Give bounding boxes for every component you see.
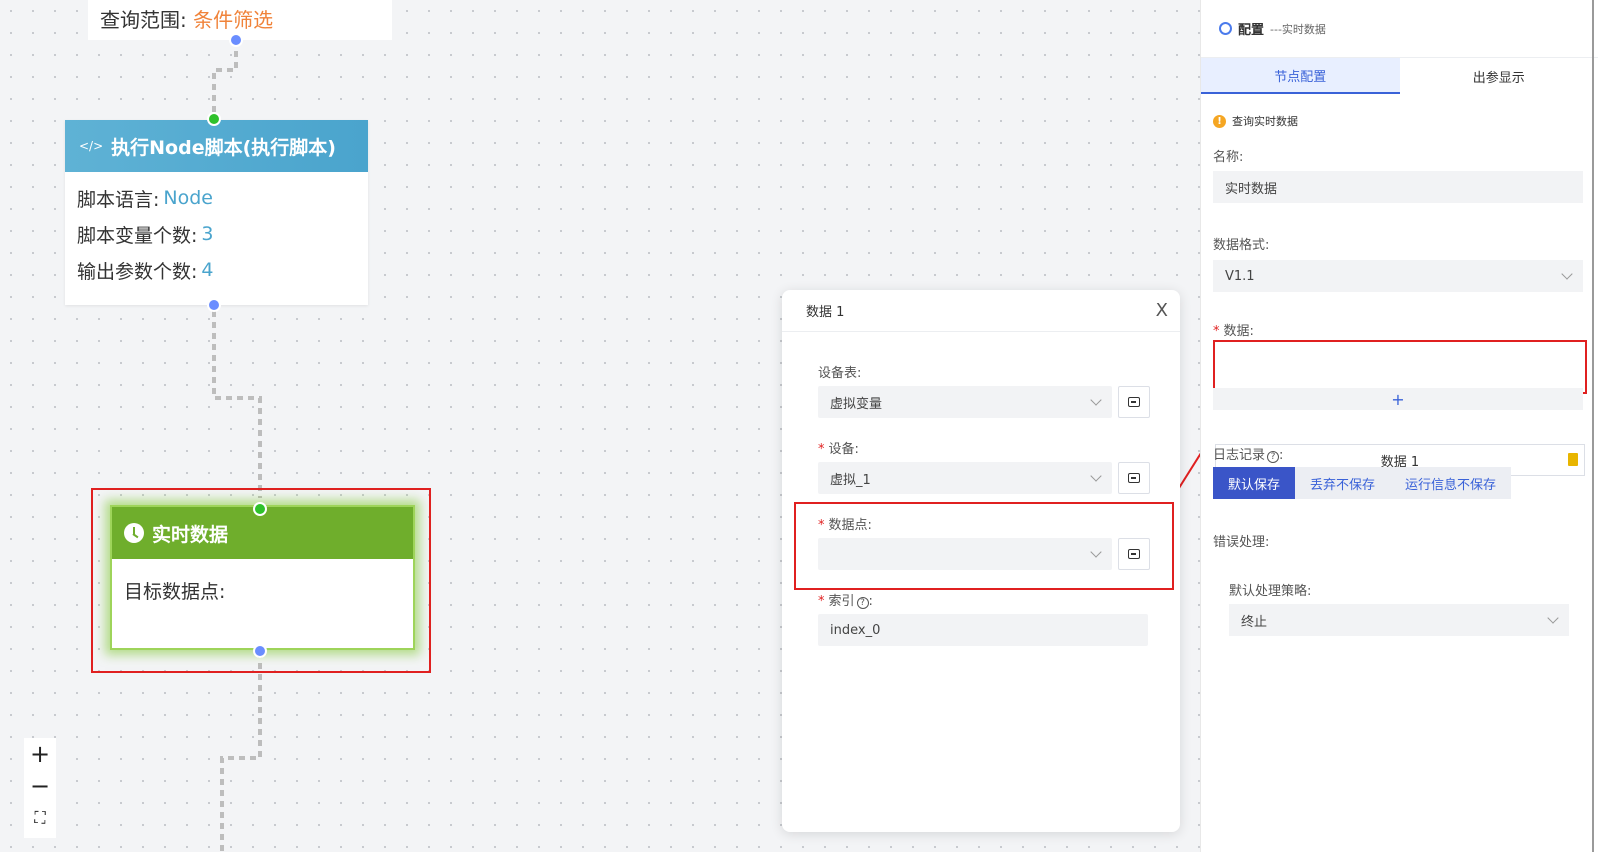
log-option-discard[interactable]: 丢弃不保存: [1295, 467, 1390, 499]
picker-icon: [1128, 549, 1140, 559]
realtime-node-title: 实时数据: [152, 523, 229, 546]
script-language-row: 脚本语言: Node: [65, 180, 368, 216]
device-table-label: 设备表:: [818, 366, 862, 381]
panel-tabs: 节点配置 出参显示: [1201, 58, 1598, 94]
select-value: 终止: [1241, 614, 1268, 630]
row-label: 脚本变量个数:: [77, 224, 198, 247]
row-label: 脚本语言:: [77, 188, 160, 211]
row-value: 3: [201, 223, 214, 245]
zoom-out-button[interactable]: −: [24, 770, 56, 802]
data-point-dialog: 数据 1 X 设备表: 虚拟变量 * 设备: 虚拟_1 * 数据点: * 索引?: i…: [782, 290, 1180, 832]
config-panel: 配置 ---实时数据 节点配置 出参显示 ! 查询实时数据 名称: 实时数据 数…: [1200, 0, 1598, 852]
panel-subtitle: ---实时数据: [1270, 22, 1326, 36]
notice: ! 查询实时数据: [1213, 113, 1298, 129]
tab-node-config[interactable]: 节点配置: [1201, 58, 1400, 94]
gear-icon: [1219, 22, 1232, 35]
pick-data-point-button[interactable]: [1118, 538, 1150, 570]
panel-scrollbar[interactable]: [1592, 0, 1594, 852]
script-node[interactable]: </> 执行Node脚本(执行脚本) 脚本语言: Node 脚本变量个数: 3 …: [65, 120, 368, 305]
output-params-row: 输出参数个数: 4: [65, 252, 368, 288]
log-label: 日志记录?:: [1213, 448, 1284, 463]
zoom-in-button[interactable]: +: [24, 738, 56, 770]
output-port[interactable]: [207, 298, 221, 312]
name-input[interactable]: 实时数据: [1213, 171, 1583, 203]
tab-output-display[interactable]: 出参显示: [1400, 58, 1598, 94]
chevron-down-icon: [1090, 470, 1102, 482]
warning-icon: !: [1213, 114, 1226, 128]
policy-select[interactable]: 终止: [1229, 604, 1569, 636]
zoom-controls: + − ⛶: [24, 738, 56, 838]
policy-label: 默认处理策略:: [1229, 584, 1312, 599]
trash-icon[interactable]: [1568, 453, 1578, 466]
target-point-label: 目标数据点:: [124, 581, 226, 603]
input-value: index_0: [830, 622, 881, 638]
index-input[interactable]: index_0: [818, 614, 1148, 646]
format-label: 数据格式:: [1213, 238, 1270, 253]
add-data-button[interactable]: +: [1213, 388, 1583, 410]
chevron-down-icon: [1090, 394, 1102, 406]
output-port[interactable]: [253, 644, 267, 658]
name-label: 名称:: [1213, 150, 1244, 165]
chevron-down-icon: [1561, 268, 1573, 280]
device-label: * 设备:: [818, 442, 859, 457]
row-value: Node: [163, 187, 213, 209]
input-port[interactable]: [207, 112, 221, 126]
row-label: 输出参数个数:: [77, 260, 198, 283]
output-port[interactable]: [229, 33, 243, 47]
panel-title-text: 配置: [1238, 23, 1265, 38]
dialog-title: 数据 1: [806, 305, 845, 320]
error-label: 错误处理:: [1213, 535, 1270, 550]
query-range-value: 条件筛选: [193, 8, 274, 32]
pick-device-table-button[interactable]: [1118, 386, 1150, 418]
data-label: * 数据:: [1213, 324, 1254, 339]
data-point-label: * 数据点:: [818, 518, 872, 533]
code-icon: </>: [79, 139, 104, 153]
script-node-title: 执行Node脚本(执行脚本): [111, 136, 336, 159]
close-icon[interactable]: X: [1156, 300, 1168, 321]
device-select[interactable]: 虚拟_1: [818, 462, 1112, 494]
fit-view-button[interactable]: ⛶: [24, 802, 56, 834]
format-select[interactable]: V1.1: [1213, 260, 1583, 292]
pick-device-button[interactable]: [1118, 462, 1150, 494]
clock-icon: [124, 523, 144, 543]
input-port[interactable]: [253, 502, 267, 516]
panel-title: 配置 ---实时数据: [1201, 0, 1598, 58]
chevron-down-icon: [1090, 546, 1102, 558]
select-value: V1.1: [1225, 268, 1255, 284]
log-options: 默认保存 丢弃不保存 运行信息不保存: [1213, 467, 1512, 499]
log-option-no-runtime[interactable]: 运行信息不保存: [1390, 467, 1511, 499]
input-value: 实时数据: [1225, 181, 1278, 197]
picker-icon: [1128, 397, 1140, 407]
query-range-label: 查询范围:: [100, 8, 187, 32]
index-label: * 索引?:: [818, 594, 873, 609]
select-value: 虚拟变量: [830, 396, 883, 412]
device-table-select[interactable]: 虚拟变量: [818, 386, 1112, 418]
data-item-highlight: [1213, 340, 1587, 394]
help-icon: ?: [1267, 451, 1280, 463]
select-value: 虚拟_1: [830, 472, 871, 488]
data-point-select[interactable]: [818, 538, 1112, 570]
dialog-header: 数据 1 X: [782, 290, 1180, 332]
script-vars-row: 脚本变量个数: 3: [65, 216, 368, 252]
picker-icon: [1128, 473, 1140, 483]
row-value: 4: [201, 259, 214, 281]
log-option-default-save[interactable]: 默认保存: [1213, 467, 1296, 499]
realtime-data-node[interactable]: 实时数据 目标数据点:: [110, 505, 415, 650]
chevron-down-icon: [1547, 612, 1559, 624]
notice-text: 查询实时数据: [1232, 115, 1298, 128]
script-node-header: </> 执行Node脚本(执行脚本): [65, 120, 368, 172]
help-icon: ?: [856, 597, 869, 609]
